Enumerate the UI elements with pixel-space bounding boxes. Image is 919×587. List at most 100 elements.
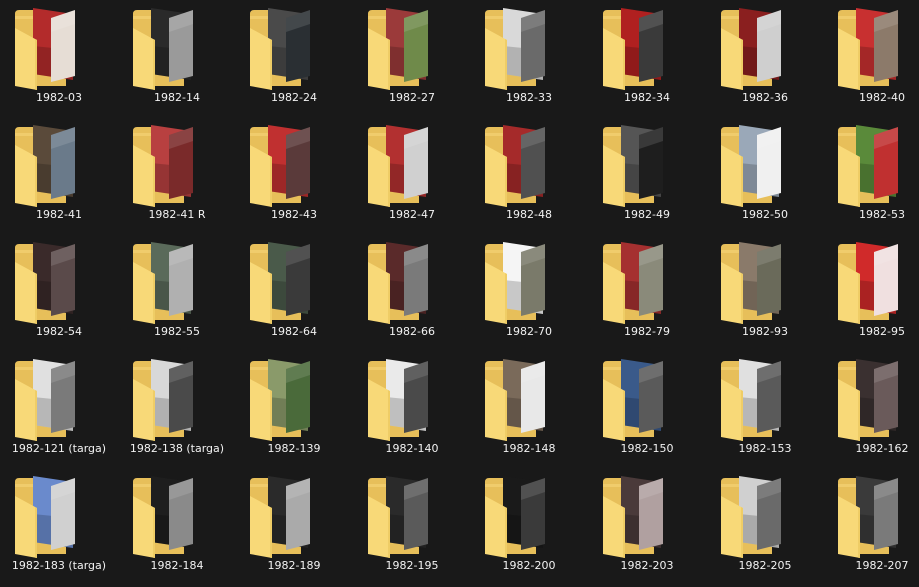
folder-front-edge	[505, 39, 507, 90]
folder-item[interactable]: 1982-27	[353, 2, 471, 112]
folder-label: 1982-70	[506, 325, 552, 338]
folder-icon	[721, 125, 781, 207]
folder-item[interactable]: 1982-140	[353, 353, 471, 463]
folder-icon	[15, 242, 75, 324]
folder-item[interactable]: 1982-138 (targa)	[118, 353, 236, 463]
folder-item[interactable]: 1982-34	[588, 2, 706, 112]
folder-item[interactable]: 1982-153	[706, 353, 824, 463]
folder-item[interactable]: 1982-53	[823, 119, 919, 229]
folder-icon	[368, 8, 428, 90]
folder-label: 1982-139	[267, 442, 321, 455]
folder-item[interactable]: 1982-48	[470, 119, 588, 229]
folder-item[interactable]: 1982-195	[353, 470, 471, 580]
folder-front-edge	[388, 39, 390, 90]
folder-icon	[133, 125, 193, 207]
folder-icon	[15, 125, 75, 207]
folder-icon	[603, 476, 663, 558]
folder-item[interactable]: 1982-139	[235, 353, 353, 463]
folder-icon	[368, 242, 428, 324]
folder-front-edge	[741, 507, 743, 558]
folder-icon	[721, 242, 781, 324]
folder-icon	[603, 8, 663, 90]
folder-front-edge	[270, 39, 272, 90]
folder-item[interactable]: 1982-148	[470, 353, 588, 463]
folder-item[interactable]: 1982-49	[588, 119, 706, 229]
folder-label: 1982-03	[36, 91, 82, 104]
folder-item[interactable]: 1982-55	[118, 236, 236, 346]
folder-front-edge	[153, 390, 155, 441]
folder-front-edge	[623, 273, 625, 324]
folder-label: 1982-93	[742, 325, 788, 338]
folder-label: 1982-36	[742, 91, 788, 104]
folder-icon	[485, 476, 545, 558]
folder-front-edge	[153, 156, 155, 207]
folder-item[interactable]: 1982-79	[588, 236, 706, 346]
folder-front-edge	[270, 156, 272, 207]
folder-item[interactable]: 1982-40	[823, 2, 919, 112]
folder-label: 1982-33	[506, 91, 552, 104]
folder-label: 1982-150	[620, 442, 674, 455]
folder-icon	[250, 125, 310, 207]
folder-item[interactable]: 1982-203	[588, 470, 706, 580]
folder-item[interactable]: 1982-95	[823, 236, 919, 346]
folder-label: 1982-54	[36, 325, 82, 338]
folder-item[interactable]: 1982-43	[235, 119, 353, 229]
folder-item[interactable]: 1982-93	[706, 236, 824, 346]
folder-item[interactable]: 1982-14	[118, 2, 236, 112]
folder-item[interactable]: 1982-162	[823, 353, 919, 463]
folder-front-edge	[35, 273, 37, 324]
folder-label: 1982-48	[506, 208, 552, 221]
folder-icon	[485, 125, 545, 207]
folder-item[interactable]: 1982-183 (targa)	[0, 470, 118, 580]
folder-label: 1982-79	[624, 325, 670, 338]
folder-item[interactable]: 1982-41	[0, 119, 118, 229]
folder-front-edge	[505, 390, 507, 441]
folder-label: 1982-40	[859, 91, 905, 104]
folder-icon	[721, 8, 781, 90]
folder-item[interactable]: 1982-41 R	[118, 119, 236, 229]
folder-label: 1982-34	[624, 91, 670, 104]
folder-front-edge	[623, 507, 625, 558]
folder-label: 1982-195	[385, 559, 439, 572]
folder-item[interactable]: 1982-54	[0, 236, 118, 346]
folder-item[interactable]: 1982-47	[353, 119, 471, 229]
folder-icon	[133, 359, 193, 441]
folder-label: 1982-43	[271, 208, 317, 221]
folder-icon	[15, 476, 75, 558]
folder-item[interactable]: 1982-03	[0, 2, 118, 112]
folder-icon	[838, 359, 898, 441]
folder-label: 1982-50	[742, 208, 788, 221]
folder-front-edge	[270, 507, 272, 558]
folder-label: 1982-66	[389, 325, 435, 338]
folder-front-edge	[858, 273, 860, 324]
folder-item[interactable]: 1982-66	[353, 236, 471, 346]
folder-front-edge	[270, 390, 272, 441]
folder-item[interactable]: 1982-33	[470, 2, 588, 112]
folder-item[interactable]: 1982-150	[588, 353, 706, 463]
folder-front-edge	[623, 390, 625, 441]
folder-item[interactable]: 1982-205	[706, 470, 824, 580]
folder-item[interactable]: 1982-50	[706, 119, 824, 229]
folder-item[interactable]: 1982-207	[823, 470, 919, 580]
folder-front-edge	[153, 39, 155, 90]
folder-icon	[838, 476, 898, 558]
folder-item[interactable]: 1982-70	[470, 236, 588, 346]
folder-front-edge	[858, 390, 860, 441]
folder-icon	[603, 242, 663, 324]
folder-item[interactable]: 1982-200	[470, 470, 588, 580]
folder-item[interactable]: 1982-189	[235, 470, 353, 580]
folder-front-edge	[741, 156, 743, 207]
folder-front-edge	[741, 273, 743, 324]
folder-item[interactable]: 1982-184	[118, 470, 236, 580]
folder-item[interactable]: 1982-24	[235, 2, 353, 112]
folder-icon	[838, 125, 898, 207]
folder-label: 1982-200	[502, 559, 556, 572]
folder-item[interactable]: 1982-64	[235, 236, 353, 346]
folder-front-edge	[741, 390, 743, 441]
folder-item[interactable]: 1982-121 (targa)	[0, 353, 118, 463]
folder-item[interactable]: 1982-36	[706, 2, 824, 112]
folder-icon	[838, 8, 898, 90]
folder-front-edge	[858, 39, 860, 90]
folder-icon	[250, 359, 310, 441]
folder-label: 1982-138 (targa)	[129, 442, 225, 455]
